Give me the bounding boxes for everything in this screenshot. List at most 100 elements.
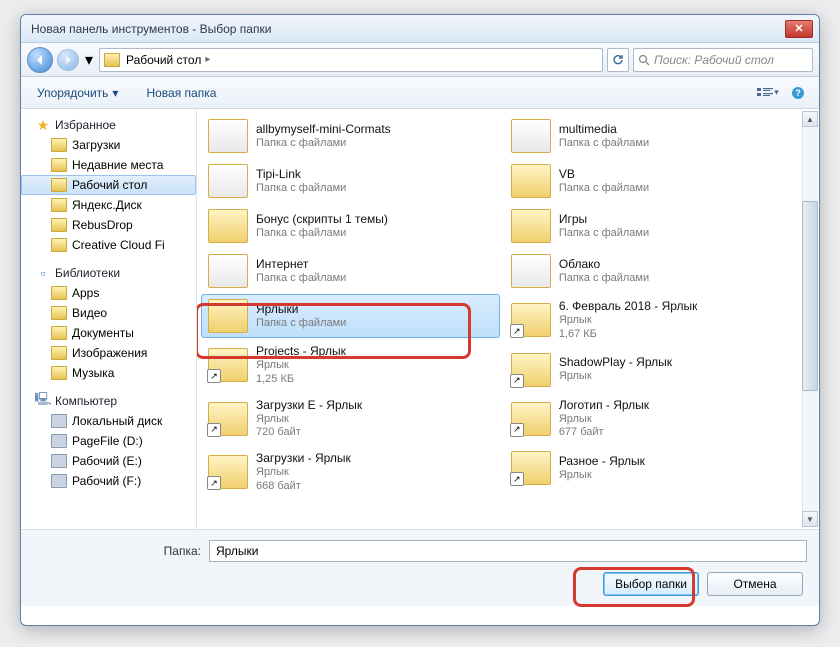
sidebar-item[interactable]: Яндекс.Диск (21, 195, 196, 215)
file-item[interactable]: ОблакоПапка с файлами (504, 249, 803, 293)
file-item[interactable]: Tipi-LinkПапка с файлами (201, 159, 500, 203)
folder-icon (208, 299, 248, 333)
nav-back-button[interactable] (27, 47, 53, 73)
file-item[interactable]: Разное - ЯрлыкЯрлык (504, 446, 803, 490)
dialog-footer: Папка: Выбор папки Отмена (21, 529, 819, 606)
file-name: Облако (559, 257, 649, 272)
sidebar-item-label: Загрузки (72, 138, 120, 152)
folder-icon (511, 451, 551, 485)
file-item[interactable]: ЯрлыкиПапка с файлами (201, 294, 500, 338)
file-type: Ярлык (256, 359, 346, 373)
file-name: Бонус (скрипты 1 темы) (256, 212, 388, 227)
file-item[interactable]: Projects - ЯрлыкЯрлык1,25 КБ (201, 339, 500, 392)
drive-icon (51, 414, 67, 428)
file-name: allbymyself-mini-Cormats (256, 122, 391, 137)
folder-icon (511, 303, 551, 337)
titlebar: Новая панель инструментов - Выбор папки … (21, 15, 819, 43)
file-item[interactable]: allbymyself-mini-CormatsПапка с файлами (201, 114, 500, 158)
scroll-up-button[interactable]: ▲ (802, 111, 818, 127)
new-folder-button[interactable]: Новая папка (138, 82, 224, 104)
folder-icon (511, 402, 551, 436)
file-item[interactable]: ShadowPlay - ЯрлыкЯрлык (504, 348, 803, 392)
libraries-group[interactable]: ▫Библиотеки (21, 263, 196, 283)
sidebar-item[interactable]: RebusDrop (21, 215, 196, 235)
select-folder-button[interactable]: Выбор папки (603, 572, 699, 596)
folder-icon (51, 238, 67, 252)
sidebar-item-label: Рабочий (F:) (72, 474, 141, 488)
sidebar-item[interactable]: Рабочий (E:) (21, 451, 196, 471)
breadcrumb-segment[interactable]: Рабочий стол (126, 53, 201, 67)
sidebar-item-label: Рабочий стол (72, 178, 147, 192)
folder-icon (511, 254, 551, 288)
sidebar-item[interactable]: Видео (21, 303, 196, 323)
file-name: Загрузки - Ярлык (256, 451, 351, 466)
sidebar-item[interactable]: Недавние места (21, 155, 196, 175)
folder-icon (208, 209, 248, 243)
file-name: Разное - Ярлык (559, 454, 645, 469)
drive-icon (51, 434, 67, 448)
folder-icon (51, 366, 67, 380)
view-options-button[interactable]: ▾ (755, 82, 781, 104)
folder-icon (51, 178, 67, 192)
file-item[interactable]: ИнтернетПапка с файлами (201, 249, 500, 293)
sidebar-item[interactable]: Рабочий стол (21, 175, 196, 195)
file-item[interactable]: ИгрыПапка с файлами (504, 204, 803, 248)
file-item[interactable]: Загрузки E - ЯрлыкЯрлык720 байт (201, 393, 500, 446)
sidebar-item[interactable]: Музыка (21, 363, 196, 383)
search-box[interactable]: Поиск: Рабочий стол (633, 48, 813, 72)
close-button[interactable]: ✕ (785, 20, 813, 38)
folder-icon (511, 119, 551, 153)
file-item[interactable]: multimediaПапка с файлами (504, 114, 803, 158)
search-placeholder: Поиск: Рабочий стол (654, 53, 774, 67)
sidebar-item-label: Apps (72, 286, 99, 300)
help-button[interactable]: ? (785, 82, 811, 104)
folder-icon (51, 218, 67, 232)
chevron-right-icon[interactable]: ▸ (205, 54, 210, 65)
sidebar-item[interactable]: Документы (21, 323, 196, 343)
sidebar-item[interactable]: Creative Cloud Fi (21, 235, 196, 255)
folder-field-label: Папка: (33, 544, 201, 558)
file-item[interactable]: Логотип - ЯрлыкЯрлык677 байт (504, 393, 803, 446)
library-icon: ▫ (35, 266, 51, 280)
file-item[interactable]: Загрузки - ЯрлыкЯрлык668 байт (201, 446, 500, 499)
folder-icon (104, 53, 120, 67)
file-item[interactable]: VBПапка с файлами (504, 159, 803, 203)
folder-icon (208, 348, 248, 382)
drive-icon (51, 474, 67, 488)
nav-forward-button[interactable] (57, 49, 79, 71)
file-list[interactable]: allbymyself-mini-CormatsПапка с файламиT… (197, 109, 819, 504)
sidebar-item[interactable]: Рабочий (F:) (21, 471, 196, 491)
folder-icon (208, 402, 248, 436)
nav-history-dropdown[interactable]: ▾ (83, 47, 95, 73)
sidebar-item[interactable]: Загрузки (21, 135, 196, 155)
sidebar-item[interactable]: Изображения (21, 343, 196, 363)
file-name: VB (559, 167, 649, 182)
file-name: multimedia (559, 122, 649, 137)
cancel-button[interactable]: Отмена (707, 572, 803, 596)
scrollbar-thumb[interactable] (802, 201, 818, 391)
sidebar-item[interactable]: Apps (21, 283, 196, 303)
sidebar-item-label: Недавние места (72, 158, 163, 172)
file-type: Папка с файлами (256, 317, 346, 331)
folder-icon (208, 164, 248, 198)
file-type: Ярлык (559, 413, 649, 427)
organize-menu[interactable]: Упорядочить▾ (29, 82, 126, 104)
navigation-tree[interactable]: ★Избранное Загрузки Недавние места Рабочий… (21, 109, 197, 529)
folder-name-input[interactable] (209, 540, 807, 562)
file-item[interactable]: Бонус (скрипты 1 темы)Папка с файлами (201, 204, 500, 248)
file-name: Ярлыки (256, 302, 346, 317)
scroll-down-button[interactable]: ▼ (802, 511, 818, 527)
favorites-group[interactable]: ★Избранное (21, 115, 196, 135)
sidebar-item-label: Изображения (72, 346, 147, 360)
file-type: Ярлык (256, 413, 362, 427)
address-bar[interactable]: Рабочий стол ▸ (99, 48, 603, 72)
sidebar-item-label: Яндекс.Диск (72, 198, 142, 212)
file-item[interactable]: 6. Февраль 2018 - ЯрлыкЯрлык1,67 КБ (504, 294, 803, 347)
refresh-button[interactable] (607, 48, 629, 72)
sidebar-item[interactable]: Локальный диск (21, 411, 196, 431)
file-type: Папка с файлами (256, 137, 391, 151)
sidebar-item-label: PageFile (D:) (72, 434, 143, 448)
sidebar-item[interactable]: PageFile (D:) (21, 431, 196, 451)
computer-icon: 🖳 (35, 394, 51, 408)
computer-group[interactable]: 🖳Компьютер (21, 391, 196, 411)
